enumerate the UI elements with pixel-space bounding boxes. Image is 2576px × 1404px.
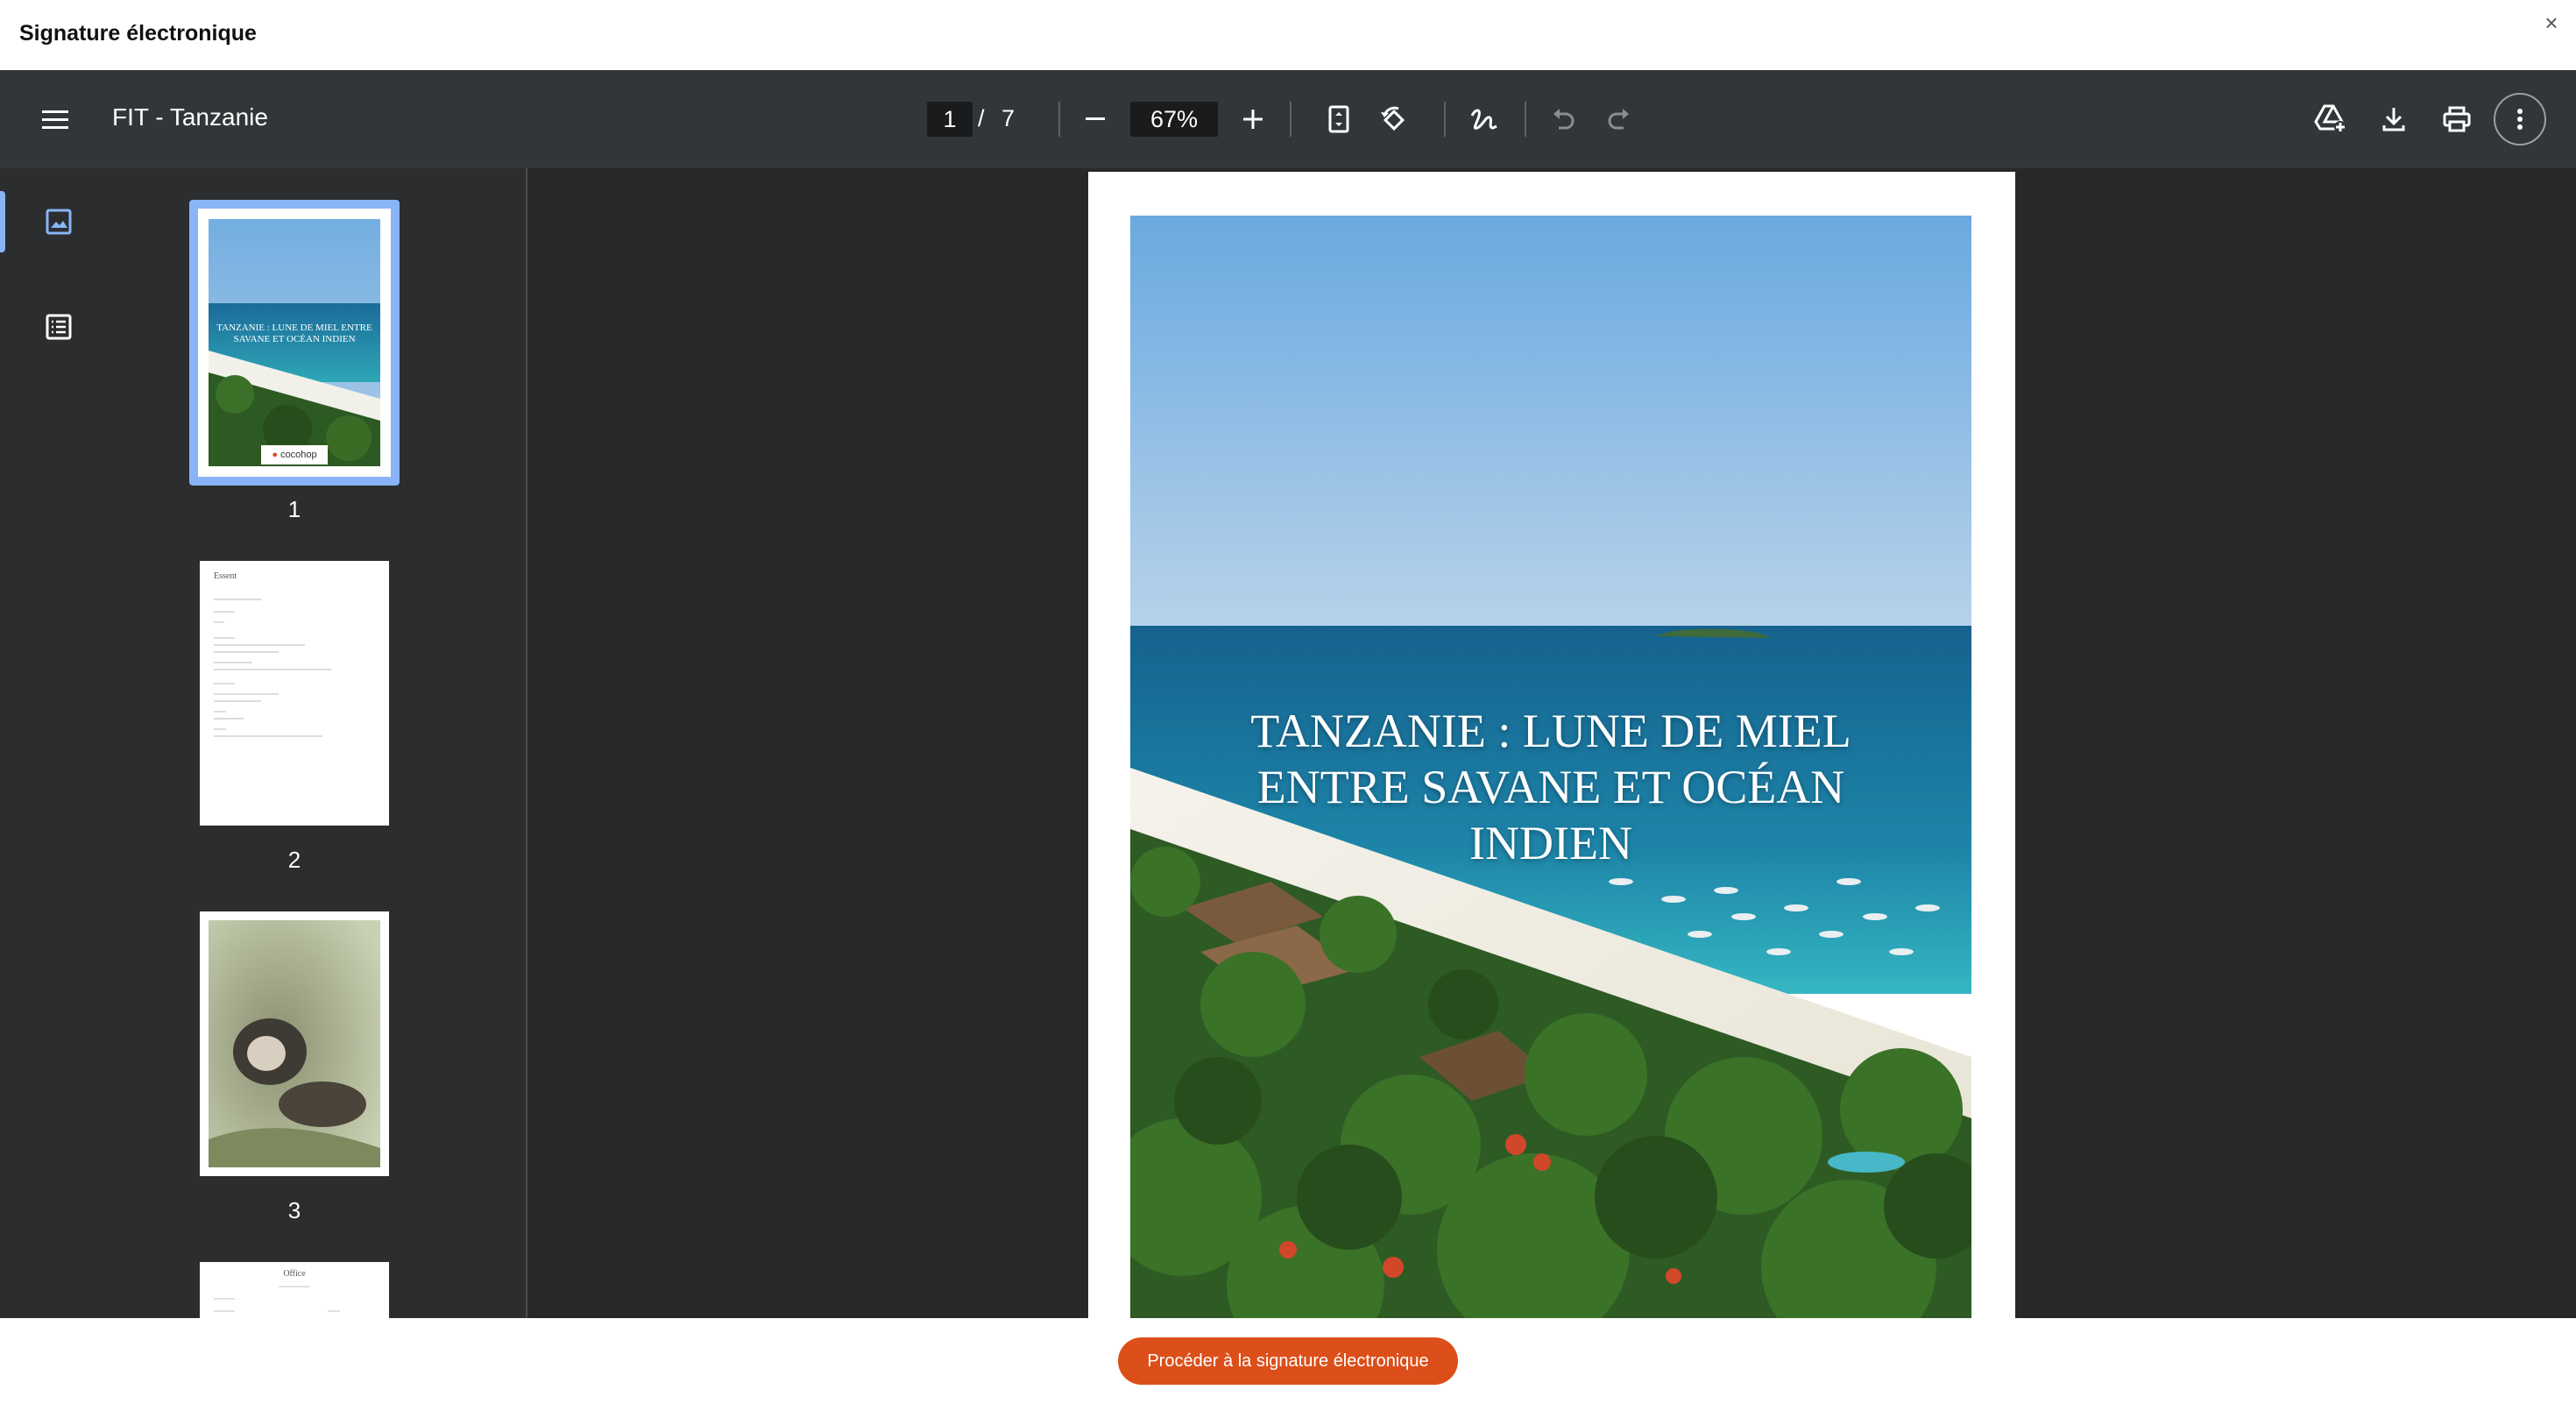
thumbnail-3-photo (209, 920, 380, 1167)
thumbnail-1-label: 1 (287, 496, 301, 522)
thumbnail-3-label: 3 (287, 1197, 301, 1223)
proceed-to-signature-button[interactable]: Procéder à la signature électronique (1118, 1337, 1458, 1385)
page-thumbnail-2[interactable]: Essent (200, 561, 389, 826)
page-thumbnail-4[interactable]: Office (200, 1262, 389, 1318)
pdf-toolbar: FIT - Tanzanie 1 / 7 67% (0, 70, 2576, 168)
rotate-icon[interactable] (1376, 102, 1412, 138)
cover-photo: TANZANIE : LUNE DE MIEL ENTRE SAVANE ET … (1130, 216, 1971, 1318)
thumbnail-2-text-lines (214, 599, 331, 737)
page-separator: / (978, 105, 985, 131)
toolbar-divider (1290, 102, 1292, 137)
document-title: FIT - Tanzanie (112, 103, 268, 131)
outline-view-icon[interactable] (35, 303, 82, 351)
save-to-drive-icon[interactable] (2311, 100, 2350, 138)
undo-icon[interactable] (1546, 102, 1581, 137)
logo-text: cocohop (280, 450, 317, 460)
zoom-out-icon[interactable] (1078, 102, 1113, 137)
thumbnail-1-title: TANZANIE : LUNE DE MIEL ENTRE SAVANE ET … (216, 323, 372, 344)
modal-title: Signature électronique (19, 21, 257, 46)
more-options-icon[interactable] (2494, 93, 2546, 145)
annotate-pen-icon[interactable] (1465, 102, 1502, 138)
cover-title-line-2: ENTRE SAVANE ET OCÉAN (1256, 761, 1845, 813)
redo-icon[interactable] (1602, 102, 1637, 137)
cover-title-line-3: INDIEN (1469, 817, 1632, 869)
page-total: 7 (1001, 105, 1016, 131)
zoom-in-icon[interactable] (1235, 102, 1270, 137)
download-icon[interactable] (2374, 100, 2413, 138)
cover-title: TANZANIE : LUNE DE MIEL ENTRE SAVANE ET … (1130, 703, 1971, 871)
thumbnails-view-icon[interactable] (35, 198, 82, 245)
thumbnail-4-text-lines (214, 1286, 340, 1312)
pdf-page-1: TANZANIE : LUNE DE MIEL ENTRE SAVANE ET … (1088, 172, 2015, 1318)
print-icon[interactable] (2438, 100, 2476, 138)
modal-footer: Procéder à la signature électronique (0, 1318, 2576, 1404)
cocohop-logo: ● cocohop (261, 445, 328, 464)
menu-icon[interactable] (37, 102, 74, 138)
document-viewport[interactable]: TANZANIE : LUNE DE MIEL ENTRE SAVANE ET … (527, 168, 2576, 1318)
page-thumbnail-1[interactable]: TANZANIE : LUNE DE MIEL ENTRE SAVANE ET … (189, 200, 400, 486)
zoom-level-input[interactable]: 67% (1130, 102, 1218, 137)
close-icon[interactable]: × (2539, 11, 2564, 35)
toolbar-divider (1444, 102, 1446, 137)
sidebar-active-indicator (0, 191, 5, 252)
cover-title-line-1: TANZANIE : LUNE DE MIEL (1250, 705, 1851, 757)
thumbnail-2-label: 2 (287, 847, 301, 873)
fit-page-icon[interactable] (1321, 102, 1356, 137)
page-number-input[interactable]: 1 (927, 102, 973, 137)
toolbar-divider (1525, 102, 1526, 137)
page-thumbnail-3[interactable] (200, 911, 389, 1176)
toolbar-divider (1058, 102, 1060, 137)
modal-header: Signature électronique × (0, 0, 2576, 70)
